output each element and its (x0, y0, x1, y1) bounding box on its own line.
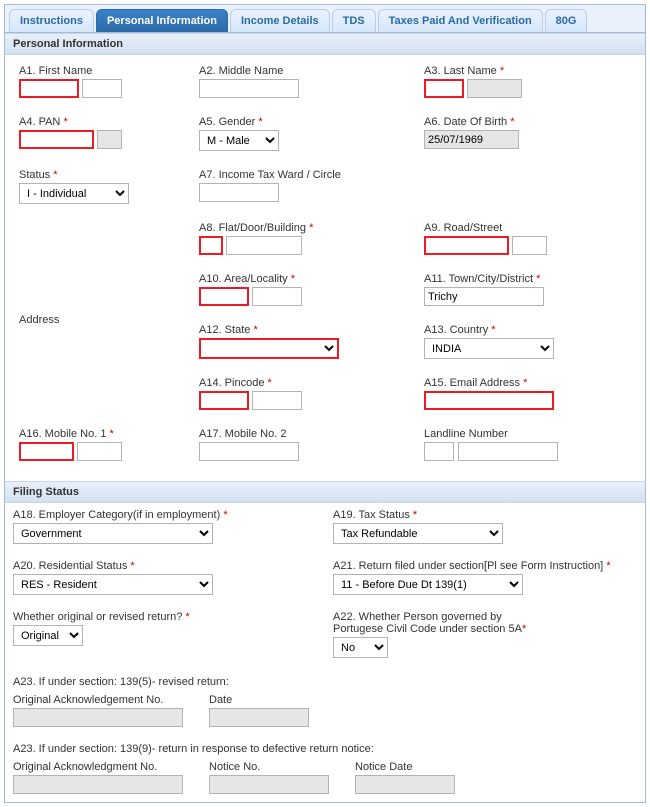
tax-status-select[interactable]: Tax Refundable (333, 523, 503, 544)
road-input[interactable] (424, 236, 509, 255)
mobile1-input-2[interactable] (77, 442, 122, 461)
label-orig-ack: Original Acknowledgement No. (13, 694, 183, 706)
gender-select[interactable]: M - Male (199, 130, 279, 151)
tab-tds[interactable]: TDS (332, 9, 376, 32)
notice-date-input[interactable] (355, 775, 455, 794)
label-notice-no: Notice No. (209, 761, 329, 773)
employer-category-select[interactable]: Government (13, 523, 213, 544)
label-a19: A19. Tax Status * (333, 509, 637, 521)
label-a12: A12. State * (199, 324, 408, 336)
label-a23-5: A23. If under section: 139(5)- revised r… (13, 676, 637, 688)
portugese-code-select[interactable]: No (333, 637, 388, 658)
label-a6: A6. Date Of Birth * (424, 116, 631, 128)
first-name-input[interactable] (19, 79, 79, 98)
label-a9: A9. Road/Street (424, 222, 631, 234)
area-input[interactable] (199, 287, 249, 306)
area-input-2[interactable] (252, 287, 302, 306)
date-input[interactable] (209, 708, 309, 727)
label-a16: A16. Mobile No. 1 * (19, 428, 183, 440)
ward-input[interactable] (199, 183, 279, 202)
flat-input[interactable] (199, 236, 223, 255)
label-a1: A1. First Name (19, 65, 183, 77)
pan-input-2[interactable] (97, 130, 122, 149)
label-a5: A5. Gender * (199, 116, 408, 128)
label-a22-line2: Portugese Civil Code under section 5A* (333, 623, 637, 635)
tab-taxes-paid[interactable]: Taxes Paid And Verification (378, 9, 543, 32)
label-notice-date: Notice Date (355, 761, 455, 773)
return-section-select[interactable]: 11 - Before Due Dt 139(1) (333, 574, 523, 595)
status-select[interactable]: I - Individual (19, 183, 129, 204)
label-a20: A20. Residential Status * (13, 560, 317, 572)
label-a3: A3. Last Name * (424, 65, 631, 77)
orig-ack-input-2[interactable] (13, 775, 183, 794)
label-a18: A18. Employer Category(if in employment)… (13, 509, 317, 521)
tab-income-details[interactable]: Income Details (230, 9, 330, 32)
label-a23-9: A23. If under section: 139(9)- return in… (13, 743, 637, 755)
pan-input[interactable] (19, 130, 94, 149)
pincode-input-2[interactable] (252, 391, 302, 410)
tab-80g[interactable]: 80G (545, 9, 588, 32)
label-a2: A2. Middle Name (199, 65, 408, 77)
first-name-input-2[interactable] (82, 79, 122, 98)
mobile1-input[interactable] (19, 442, 74, 461)
last-name-input[interactable] (424, 79, 464, 98)
residential-status-select[interactable]: RES - Resident (13, 574, 213, 595)
tab-personal-information[interactable]: Personal Information (96, 9, 228, 32)
label-a4: A4. PAN * (19, 116, 183, 128)
label-landline: Landline Number (424, 428, 631, 440)
section-header-personal: Personal Information (5, 33, 645, 55)
label-date: Date (209, 694, 309, 706)
label-a22-line1: A22. Whether Person governed by (333, 611, 637, 623)
label-a13: A13. Country * (424, 324, 631, 336)
label-orig-ack-2: Original Acknowledgment No. (13, 761, 183, 773)
label-a10: A10. Area/Locality * (199, 273, 408, 285)
section-header-filing: Filing Status (5, 481, 645, 503)
tab-instructions[interactable]: Instructions (9, 9, 94, 32)
label-a8: A8. Flat/Door/Building * (199, 222, 408, 234)
pincode-input[interactable] (199, 391, 249, 410)
tab-bar: Instructions Personal Information Income… (5, 5, 645, 33)
label-a21: A21. Return filed under section[Pl see F… (333, 560, 637, 572)
notice-no-input[interactable] (209, 775, 329, 794)
label-a14: A14. Pincode * (199, 377, 408, 389)
orig-ack-input[interactable] (13, 708, 183, 727)
label-a7: A7. Income Tax Ward / Circle (199, 169, 408, 181)
label-status: Status * (19, 169, 183, 181)
mobile2-input[interactable] (199, 442, 299, 461)
town-input[interactable] (424, 287, 544, 306)
email-input[interactable] (424, 391, 554, 410)
middle-name-input[interactable] (199, 79, 299, 98)
label-a11: A11. Town/City/District * (424, 273, 631, 285)
road-input-2[interactable] (512, 236, 547, 255)
landline-code-input[interactable] (424, 442, 454, 461)
country-select[interactable]: INDIA (424, 338, 554, 359)
dob-input[interactable] (424, 130, 519, 149)
last-name-input-2[interactable] (467, 79, 522, 98)
original-revised-select[interactable]: Original (13, 625, 83, 646)
state-select[interactable] (199, 338, 339, 359)
label-address: Address (19, 314, 59, 326)
label-a15: A15. Email Address * (424, 377, 631, 389)
landline-number-input[interactable] (458, 442, 558, 461)
label-a17: A17. Mobile No. 2 (199, 428, 408, 440)
label-original-revised: Whether original or revised return? * (13, 611, 317, 623)
flat-input-2[interactable] (226, 236, 302, 255)
